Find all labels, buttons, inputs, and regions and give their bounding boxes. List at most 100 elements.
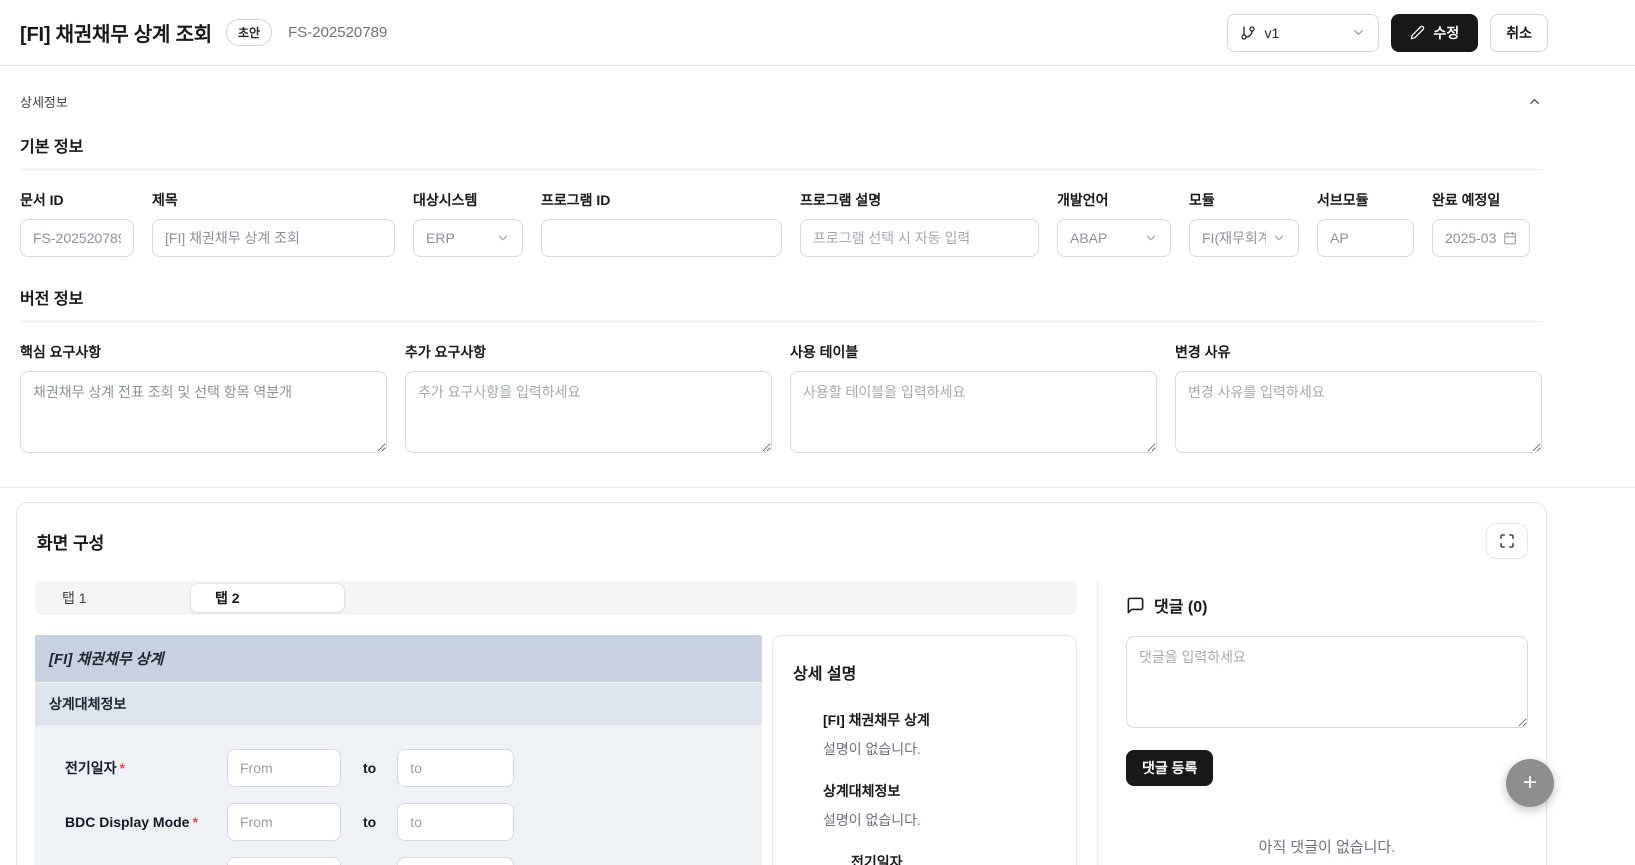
edit-button[interactable]: 수정 <box>1391 13 1479 52</box>
pencil-icon <box>1410 25 1425 40</box>
git-branch-icon <box>1240 25 1256 41</box>
floating-add-button[interactable]: + <box>1506 759 1554 807</box>
page-header: [FI] 채권채무 상계 조회 초안 FS-202520789 v1 수정 취소 <box>0 0 1635 66</box>
module-select[interactable]: FI(재무회계) <box>1189 219 1299 257</box>
extra-req-textarea[interactable] <box>405 371 772 453</box>
form-panel-title: [FI] 채권채무 상계 <box>35 635 762 682</box>
section-divider <box>0 487 1635 488</box>
sap-screen-form-panel: [FI] 채권채무 상계 상계대체정보 전기일자* to BDC Display… <box>35 635 762 865</box>
submodule-input[interactable] <box>1317 219 1414 257</box>
field-label: 개발언어 <box>1057 192 1109 208</box>
due-date-picker[interactable]: 2025-03-16 <box>1432 219 1530 257</box>
comments-heading-label: 댓글 (0) <box>1154 599 1208 616</box>
description-item-title: 상계대체정보 <box>823 783 901 799</box>
chevron-up-icon[interactable] <box>1527 94 1542 109</box>
field-label: 완료 예정일 <box>1432 192 1501 208</box>
field-label: 사용 테이블 <box>790 344 859 360</box>
field-target-system: 대상시스템 ERP <box>413 190 523 257</box>
basic-info-heading: 기본 정보 <box>20 133 1542 170</box>
field-module: 모듈 FI(재무회계) <box>1189 190 1299 257</box>
field-label: 제목 <box>152 192 178 208</box>
field-label: 핵심 요구사항 <box>20 344 102 360</box>
module-value: FI(재무회계) <box>1202 230 1266 246</box>
field-extra-req: 추가 요구사항 <box>405 342 772 453</box>
screen-composition-card: 화면 구성 탭 1 탭 2 [FI] 채권채무 상계 상계대체정보 전기일자* <box>16 502 1547 865</box>
screen-composition-heading: 화면 구성 <box>37 533 105 553</box>
screen-left-column: 탭 1 탭 2 [FI] 채권채무 상계 상계대체정보 전기일자* to <box>35 581 1077 865</box>
form-body: 전기일자* to BDC Display Mode* to <box>35 725 762 865</box>
required-asterisk: * <box>192 814 198 830</box>
description-item: 전기일자 <box>823 852 1056 865</box>
program-desc-input[interactable] <box>800 219 1039 257</box>
detail-section: 상세정보 기본 정보 문서 ID 제목 대상시스템 ERP 프로그램 ID <box>0 66 1635 453</box>
cancel-button-label: 취소 <box>1506 24 1532 41</box>
field-change-reason: 변경 사유 <box>1175 342 1542 453</box>
version-info-heading: 버전 정보 <box>20 285 1542 322</box>
field-core-req: 핵심 요구사항 채권채무 상계 전표 조회 및 선택 항목 역분개 <box>20 342 387 453</box>
field-label: 서브모듈 <box>1317 192 1369 208</box>
form-row-posting-date: 전기일자* to <box>65 749 742 787</box>
detail-section-header[interactable]: 상세정보 <box>20 92 1542 111</box>
posting-date-to-input[interactable] <box>397 749 515 787</box>
edit-button-label: 수정 <box>1433 24 1460 41</box>
form-row-company-code: 회사 코드* to <box>65 857 742 865</box>
comment-input[interactable] <box>1126 636 1528 728</box>
bdc-mode-from-input[interactable] <box>227 803 341 841</box>
tab-2[interactable]: 탭 2 <box>191 584 344 612</box>
core-req-textarea[interactable]: 채권채무 상계 전표 조회 및 선택 항목 역분개 <box>20 371 387 453</box>
field-title: 제목 <box>152 190 395 257</box>
field-tables: 사용 테이블 <box>790 342 1157 453</box>
title-input[interactable] <box>152 219 395 257</box>
field-submodule: 서브모듈 <box>1317 190 1414 257</box>
required-asterisk: * <box>119 760 125 776</box>
calendar-icon <box>1503 231 1517 245</box>
cancel-button[interactable]: 취소 <box>1490 13 1548 52</box>
page-title: [FI] 채권채무 상계 조회 <box>20 24 212 46</box>
header-actions: v1 수정 취소 <box>1227 13 1548 52</box>
expand-icon <box>1499 533 1515 549</box>
detail-description-heading: 상세 설명 <box>793 666 857 683</box>
field-dev-lang: 개발언어 ABAP <box>1057 190 1171 257</box>
to-label: to <box>363 760 377 776</box>
description-item-title: [FI] 채권채무 상계 <box>823 712 930 728</box>
program-id-input[interactable] <box>541 219 782 257</box>
field-label: 모듈 <box>1189 192 1215 208</box>
field-due-date: 완료 예정일 2025-03-16 <box>1432 190 1530 257</box>
screen-card-body: 탭 1 탭 2 [FI] 채권채무 상계 상계대체정보 전기일자* to <box>35 581 1528 865</box>
field-label: 대상시스템 <box>413 192 478 208</box>
bdc-mode-to-input[interactable] <box>397 803 515 841</box>
tab-1[interactable]: 탭 1 <box>38 584 191 612</box>
screen-card-header: 화면 구성 <box>35 523 1528 559</box>
chevron-down-icon <box>1144 231 1158 245</box>
field-label: 변경 사유 <box>1175 344 1231 360</box>
dev-lang-select[interactable]: ABAP <box>1057 219 1171 257</box>
tables-textarea[interactable] <box>790 371 1157 453</box>
form-group-title: 상계대체정보 <box>35 682 762 725</box>
comment-submit-button[interactable]: 댓글 등록 <box>1126 750 1214 786</box>
company-code-to-input[interactable] <box>397 857 515 865</box>
fullscreen-button[interactable] <box>1486 523 1528 559</box>
form-row-label: 전기일자 * <box>65 760 125 776</box>
version-select[interactable]: v1 <box>1227 13 1380 52</box>
comments-panel: 댓글 (0) 댓글 등록 아직 댓글이 없습니다. <box>1097 581 1528 865</box>
field-program-id: 프로그램 ID <box>541 190 782 257</box>
version-select-value: v1 <box>1264 24 1280 41</box>
field-label: 프로그램 ID <box>541 192 611 208</box>
field-doc-id: 문서 ID <box>20 190 134 257</box>
change-reason-textarea[interactable] <box>1175 371 1542 453</box>
target-system-value: ERP <box>426 230 455 246</box>
to-label: to <box>363 814 377 830</box>
description-item-title: 전기일자 <box>851 854 903 865</box>
posting-date-from-input[interactable] <box>227 749 341 787</box>
document-code: FS-202520789 <box>288 24 388 41</box>
doc-id-input[interactable] <box>20 219 134 257</box>
company-code-from-input[interactable] <box>227 857 341 865</box>
detail-section-label: 상세정보 <box>20 95 68 110</box>
detail-description-panel: 상세 설명 [FI] 채권채무 상계 설명이 없습니다. 상계대체정보 설명이 … <box>772 635 1077 865</box>
target-system-select[interactable]: ERP <box>413 219 523 257</box>
field-label: 프로그램 설명 <box>800 192 882 208</box>
screen-panels: [FI] 채권채무 상계 상계대체정보 전기일자* to BDC Display… <box>35 635 1077 865</box>
chevron-down-icon <box>496 231 510 245</box>
comments-heading: 댓글 (0) <box>1126 593 1528 617</box>
description-item: 상계대체정보 설명이 없습니다. <box>823 781 1056 830</box>
